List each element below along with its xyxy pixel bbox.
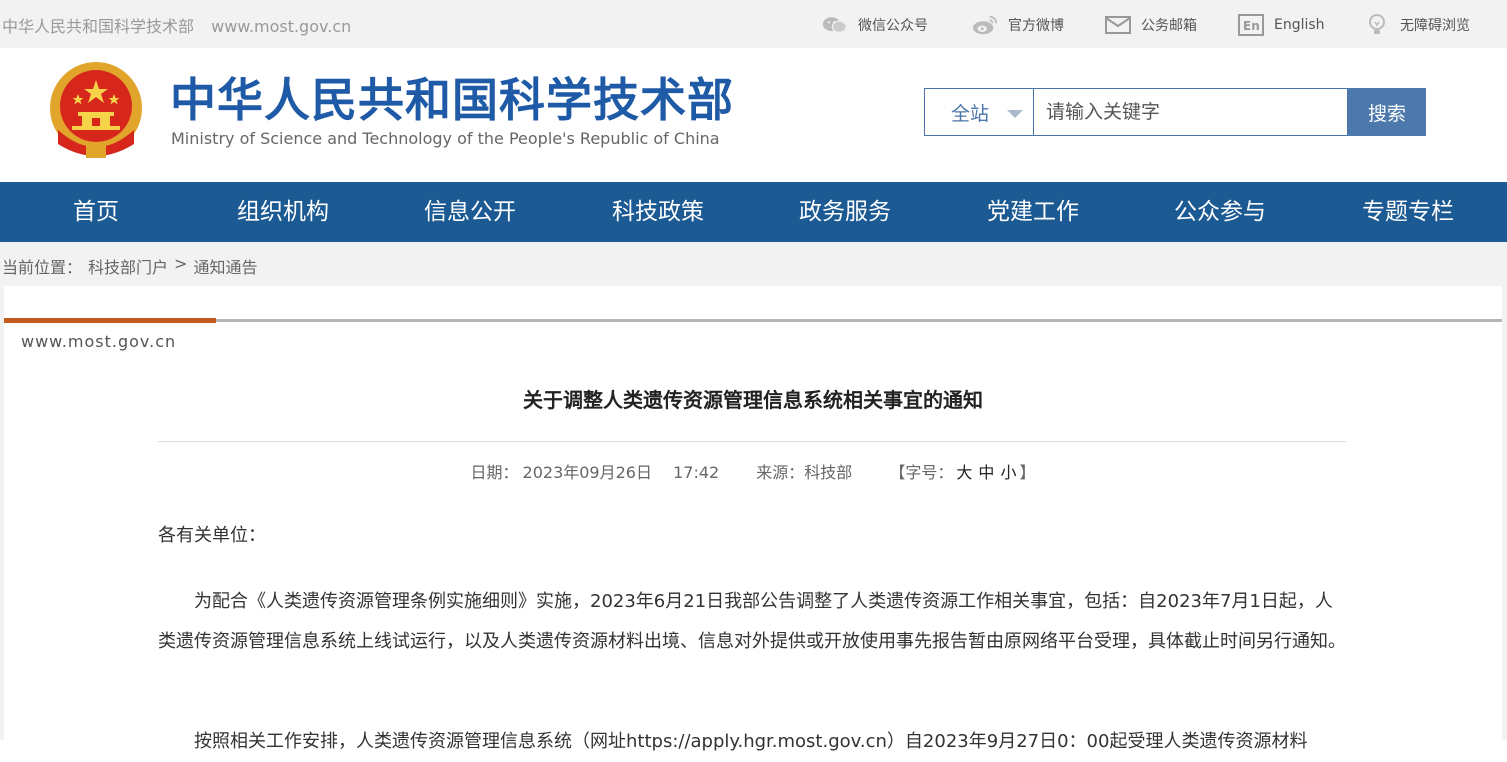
site-title-english: Ministry of Science and Technology of th… bbox=[171, 129, 720, 148]
breadcrumb: 当前位置： 科技部门户 > 通知通告 bbox=[2, 254, 257, 278]
main-nav: 首页 组织机构 信息公开 科技政策 政务服务 党建工作 公众参与 专题专栏 bbox=[0, 182, 1507, 242]
weibo-icon bbox=[972, 14, 998, 36]
national-emblem-logo[interactable] bbox=[48, 60, 144, 160]
breadcrumb-prefix: 当前位置： bbox=[2, 258, 83, 277]
header-rule bbox=[216, 319, 1502, 322]
english-link[interactable]: En English bbox=[1238, 12, 1325, 38]
mail-label: 公务邮箱 bbox=[1141, 18, 1197, 34]
accessibility-icon bbox=[1364, 14, 1390, 36]
search-scope-value: 全站 bbox=[951, 102, 990, 125]
top-utility-bar: 中华人民共和国科学技术部 www.most.gov.cn 微信公众号 官方微博 … bbox=[0, 0, 1507, 48]
site-identity: 中华人民共和国科学技术部 www.most.gov.cn bbox=[2, 13, 351, 37]
svg-text:En: En bbox=[1243, 19, 1260, 33]
nav-item-services[interactable]: 政务服务 bbox=[755, 182, 935, 242]
font-size-medium[interactable]: 中 bbox=[978, 463, 994, 482]
publish-time: 17:42 bbox=[673, 463, 720, 482]
font-size-label: 【字号： bbox=[889, 463, 954, 482]
breadcrumb-link-notices[interactable]: 通知通告 bbox=[193, 254, 257, 278]
article-panel: www.most.gov.cn 关于调整人类遗传资源管理信息系统相关事宜的通知 … bbox=[4, 286, 1502, 752]
nav-item-public[interactable]: 公众参与 bbox=[1130, 182, 1310, 242]
site-title: 中华人民共和国科学技术部 bbox=[170, 73, 734, 127]
mail-icon bbox=[1105, 14, 1131, 36]
publish-date: 2023年09月26日 bbox=[522, 463, 652, 482]
wechat-link[interactable]: 微信公众号 bbox=[822, 12, 928, 38]
wechat-icon bbox=[822, 14, 848, 36]
header-rule-accent bbox=[4, 318, 216, 323]
accessibility-label: 无障碍浏览 bbox=[1400, 18, 1470, 34]
content-area: www.most.gov.cn 关于调整人类遗传资源管理信息系统相关事宜的通知 … bbox=[0, 286, 1507, 752]
article-paragraph: 按照相关工作安排，人类遗传资源管理信息系统（网址https://apply.hg… bbox=[194, 731, 1308, 752]
mail-link[interactable]: 公务邮箱 bbox=[1105, 12, 1197, 38]
search-button[interactable]: 搜索 bbox=[1348, 88, 1426, 136]
article-title: 关于调整人类遗传资源管理信息系统相关事宜的通知 bbox=[523, 388, 983, 412]
weibo-link[interactable]: 官方微博 bbox=[972, 12, 1064, 38]
source-label: 来源：科技部 bbox=[756, 463, 853, 482]
search-bar: 全站 搜索 bbox=[924, 88, 1426, 136]
article-salutation: 各有关单位： bbox=[158, 525, 266, 546]
search-input[interactable] bbox=[1034, 88, 1348, 136]
site-name: 中华人民共和国科学技术部 bbox=[2, 17, 195, 36]
accessibility-link[interactable]: 无障碍浏览 bbox=[1364, 12, 1470, 38]
article-meta: 日期： 2023年09月26日 17:42 来源：科技部 【字号：大中小】 bbox=[4, 459, 1502, 483]
title-divider bbox=[158, 441, 1346, 442]
article-watermark-url: www.most.gov.cn bbox=[21, 332, 177, 351]
site-header: 中华人民共和国科学技术部 Ministry of Science and Tec… bbox=[0, 48, 1507, 182]
nav-item-special[interactable]: 专题专栏 bbox=[1318, 182, 1498, 242]
nav-item-disclosure[interactable]: 信息公开 bbox=[380, 182, 560, 242]
breadcrumb-separator: > bbox=[174, 254, 188, 273]
english-icon: En bbox=[1238, 14, 1264, 36]
nav-item-policy[interactable]: 科技政策 bbox=[568, 182, 748, 242]
english-label: English bbox=[1274, 17, 1325, 33]
site-url[interactable]: www.most.gov.cn bbox=[211, 17, 351, 36]
breadcrumb-link-portal[interactable]: 科技部门户 bbox=[88, 254, 168, 278]
font-size-close: 】 bbox=[1019, 463, 1036, 482]
font-size-small[interactable]: 小 bbox=[1000, 463, 1016, 482]
nav-item-home[interactable]: 首页 bbox=[6, 182, 186, 242]
weibo-label: 官方微博 bbox=[1008, 18, 1064, 34]
date-label: 日期： bbox=[470, 463, 519, 482]
nav-item-party[interactable]: 党建工作 bbox=[943, 182, 1123, 242]
nav-item-organization[interactable]: 组织机构 bbox=[193, 182, 373, 242]
article-paragraph: 为配合《人类遗传资源管理条例实施细则》实施，2023年6月21日我部公告调整了人… bbox=[158, 591, 1346, 652]
wechat-label: 微信公众号 bbox=[858, 18, 928, 34]
search-scope-select[interactable]: 全站 bbox=[924, 88, 1034, 136]
chevron-down-icon bbox=[1007, 110, 1023, 118]
font-size-large[interactable]: 大 bbox=[956, 463, 972, 482]
breadcrumb-bar: 当前位置： 科技部门户 > 通知通告 bbox=[0, 242, 1507, 286]
